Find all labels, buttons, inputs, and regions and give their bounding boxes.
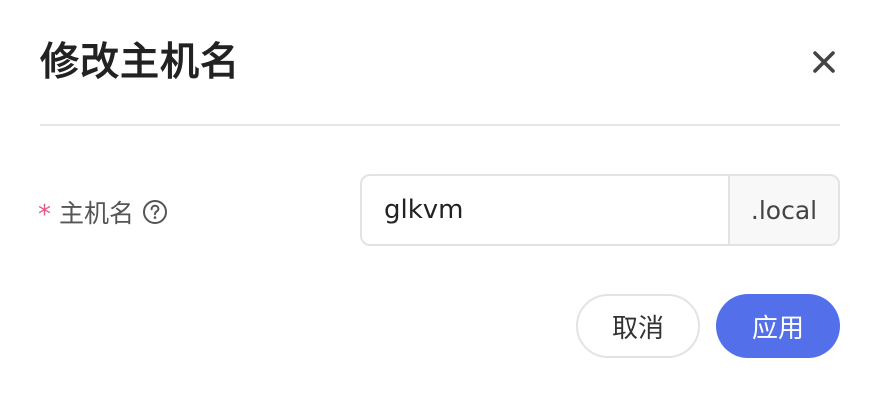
hostname-label-text: 主机名 [59, 199, 135, 228]
hostname-input[interactable] [362, 176, 728, 244]
dialog-title: 修改主机名 [40, 40, 241, 85]
close-button[interactable] [806, 44, 842, 80]
apply-button[interactable]: 应用 [716, 294, 840, 358]
rename-hostname-dialog: 修改主机名 * 主机名 .local 取消 应用 [0, 0, 880, 398]
question-circle-icon[interactable] [142, 199, 168, 225]
close-icon [813, 51, 835, 73]
hostname-field-label: * 主机名 [38, 192, 168, 232]
required-mark: * [38, 200, 51, 230]
cancel-button[interactable]: 取消 [576, 294, 700, 358]
hostname-input-group: .local [360, 174, 840, 246]
header-divider [40, 124, 840, 126]
domain-suffix: .local [728, 176, 838, 244]
